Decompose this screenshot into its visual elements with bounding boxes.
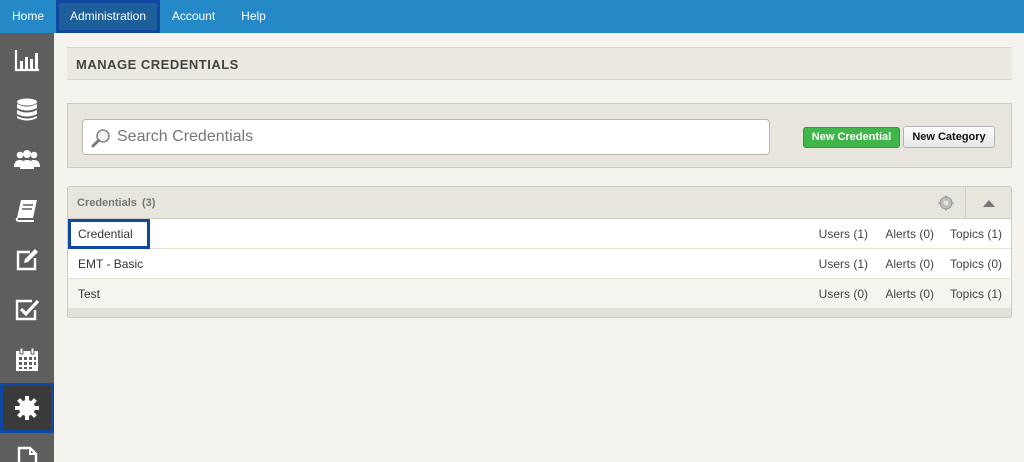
credentials-title: Credentials [77,197,137,209]
users-icon [14,150,40,169]
page-header: MANAGE CREDENTIALS [67,47,1012,80]
gear-icon [15,396,39,420]
top-navigation: Home Administration Account Help [0,0,1024,33]
credential-row[interactable]: Test Users (0) Alerts (0) Topics (1) [68,279,1011,309]
nav-help[interactable]: Help [227,0,280,33]
collapse-button[interactable] [965,187,1011,219]
new-category-button[interactable]: New Category [903,126,995,148]
credential-name[interactable]: EMT - Basic [78,257,143,271]
users-count[interactable]: Users (1) [819,257,868,271]
credentials-header: Credentials (3) [68,187,1011,219]
database-icon [17,98,37,121]
credentials-panel: Credentials (3) Credential Users (1) Ale… [67,186,1012,318]
bar-chart-icon [14,50,39,72]
nav-administration[interactable]: Administration [56,0,160,33]
search-box[interactable] [82,119,770,155]
caret-up-icon [982,200,995,207]
document-icon [17,446,38,462]
search-icon [91,129,110,148]
sidebar-item-tasks[interactable] [0,285,54,335]
sidebar-item-calendar[interactable] [0,335,54,385]
sidebar-item-courses[interactable] [0,185,54,235]
topics-count[interactable]: Topics (1) [950,287,1002,301]
settings-gear-icon[interactable] [938,195,954,211]
credential-row[interactable]: EMT - Basic Users (1) Alerts (0) Topics … [68,249,1011,279]
sidebar-item-database[interactable] [0,85,54,135]
nav-account[interactable]: Account [160,0,227,33]
sidebar-item-reports[interactable] [0,35,54,85]
users-count[interactable]: Users (0) [819,287,868,301]
credentials-count: (3) [142,197,156,209]
nav-home[interactable]: Home [0,0,56,33]
calendar-icon [16,347,38,371]
alerts-count[interactable]: Alerts (0) [885,227,934,241]
topics-count[interactable]: Topics (0) [950,257,1002,271]
sidebar-item-users[interactable] [0,135,54,185]
search-panel: New Credential New Category [67,103,1012,168]
search-input[interactable] [117,120,757,154]
sidebar-item-settings[interactable] [0,383,54,433]
sidebar-item-documents[interactable] [0,433,54,462]
users-count[interactable]: Users (1) [819,227,868,241]
sidebar-item-edit[interactable] [0,235,54,285]
alerts-count[interactable]: Alerts (0) [885,257,934,271]
edit-icon [16,249,38,271]
credential-name[interactable]: Test [78,287,100,301]
credential-row[interactable]: Credential Users (1) Alerts (0) Topics (… [68,219,1011,249]
checkbox-icon [15,299,40,321]
credential-name[interactable]: Credential [78,227,133,241]
alerts-count[interactable]: Alerts (0) [885,287,934,301]
page-title: MANAGE CREDENTIALS [76,57,239,72]
topics-count[interactable]: Topics (1) [950,227,1002,241]
sidebar [0,33,54,462]
new-credential-button[interactable]: New Credential [803,127,900,148]
book-icon [15,200,37,222]
